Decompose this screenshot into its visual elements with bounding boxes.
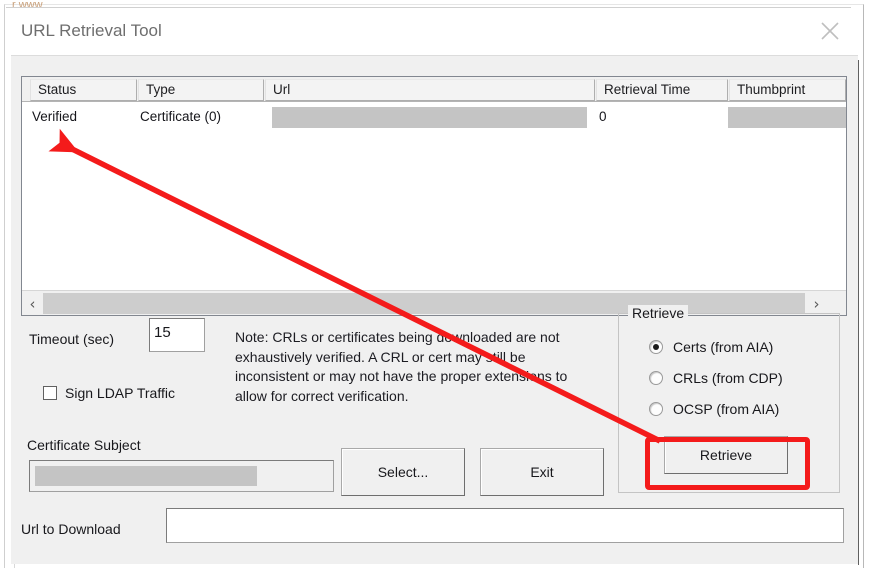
list-horizontal-scrollbar[interactable]: ‹ › — [22, 290, 846, 315]
column-header-thumbprint[interactable]: Thumbprint — [729, 79, 846, 101]
scrollbar-thumb[interactable] — [43, 293, 805, 314]
title-bar: URL Retrieval Tool — [11, 9, 858, 55]
sign-ldap-checkbox[interactable] — [43, 386, 57, 400]
cell-url-redacted — [272, 107, 587, 128]
certificate-subject-input[interactable] — [29, 460, 334, 492]
column-header-type[interactable]: Type — [138, 79, 264, 101]
radio-certs-aia-indicator[interactable] — [649, 340, 663, 354]
results-list-view[interactable]: Status Type Url Retrieval Time Thumbprin… — [21, 76, 847, 316]
column-header-status[interactable]: Status — [30, 79, 137, 101]
list-body: Verified Certificate (0) 0 — [22, 102, 846, 287]
sign-ldap-label: Sign LDAP Traffic — [65, 385, 175, 401]
cell-type: Certificate (0) — [140, 109, 222, 124]
radio-certs-aia-label: Certs (from AIA) — [673, 339, 774, 355]
window-right-edge — [858, 60, 859, 565]
note-text: Note: CRLs or certificates being downloa… — [235, 329, 568, 404]
certificate-subject-label: Certificate Subject — [27, 437, 141, 453]
timeout-label: Timeout (sec) — [29, 331, 115, 347]
timeout-input[interactable]: 15 — [149, 318, 205, 352]
radio-crls-cdp-indicator[interactable] — [649, 371, 663, 385]
retrieve-group-box: Retrieve Certs (from AIA) CRLs (from CDP… — [618, 305, 840, 493]
retrieve-button[interactable]: Retrieve — [664, 436, 788, 474]
url-to-download-input[interactable] — [166, 508, 844, 543]
screenshot-root: r www URL Retrieval Tool Status Type Url… — [0, 0, 873, 568]
url-to-download-label: Url to Download — [21, 521, 121, 537]
cell-retrieval-time: 0 — [599, 109, 607, 124]
chevron-left-icon[interactable]: ‹ — [22, 291, 43, 315]
close-icon[interactable] — [808, 15, 852, 47]
column-header-url[interactable]: Url — [265, 79, 595, 101]
radio-ocsp-aia-label: OCSP (from AIA) — [673, 401, 780, 417]
select-button[interactable]: Select... — [341, 448, 465, 496]
radio-ocsp-aia-indicator[interactable] — [649, 402, 663, 416]
retrieve-group-title: Retrieve — [628, 305, 689, 321]
radio-crls-cdp-label: CRLs (from CDP) — [673, 370, 783, 386]
window-title: URL Retrieval Tool — [21, 21, 162, 40]
column-header-retrieval-time[interactable]: Retrieval Time — [596, 79, 728, 101]
certificate-subject-redaction — [35, 466, 257, 486]
window-top-divider — [6, 7, 851, 8]
dialog-client-area: Status Type Url Retrieval Time Thumbprin… — [11, 55, 858, 564]
cell-status: Verified — [32, 109, 78, 124]
background-window-sliver: r www — [12, 0, 43, 7]
radio-selected-dot — [653, 344, 659, 350]
list-header-row: Status Type Url Retrieval Time Thumbprin… — [22, 77, 846, 102]
exit-button[interactable]: Exit — [480, 448, 604, 496]
cell-thumbprint-redacted — [728, 107, 846, 128]
